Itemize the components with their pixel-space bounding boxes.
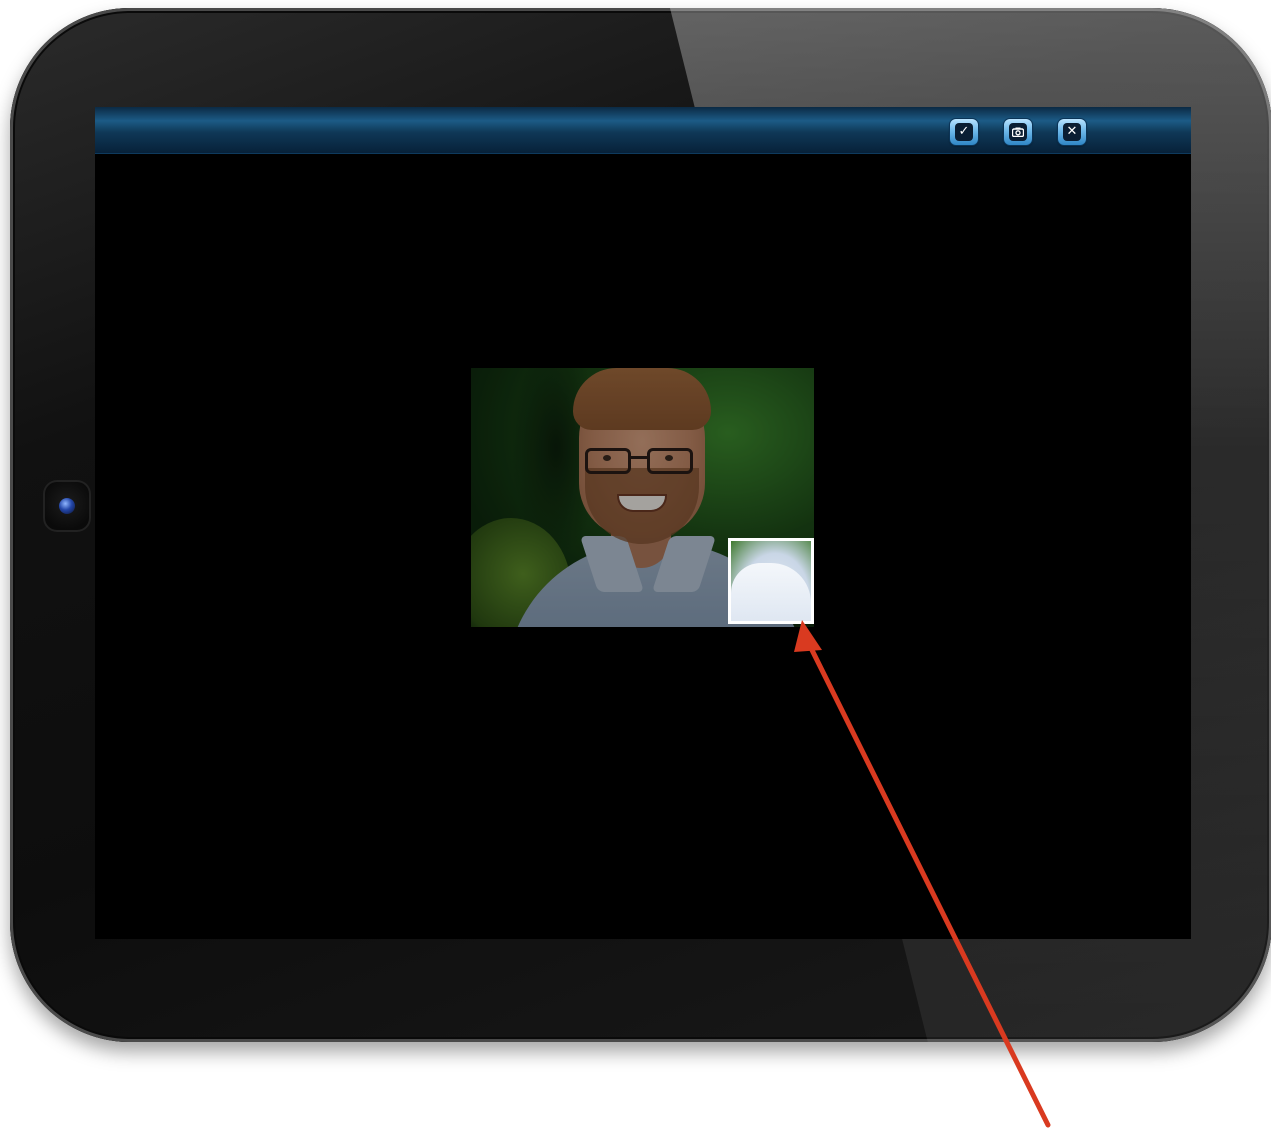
camera-lens-dot (59, 498, 75, 514)
camera-button[interactable] (1004, 119, 1032, 145)
front-camera-icon (43, 480, 91, 532)
checkmark-icon: ✓ (955, 123, 973, 141)
portrait-photo[interactable] (471, 368, 814, 627)
close-button[interactable]: ✕ (1058, 119, 1086, 145)
stage: ✓ ✕ (0, 0, 1271, 1128)
selection-shirt-area (731, 563, 811, 621)
close-icon: ✕ (1063, 123, 1081, 141)
tablet-screen: ✓ ✕ (95, 107, 1191, 939)
crop-selection-box[interactable] (728, 538, 814, 624)
camera-icon (1009, 123, 1027, 141)
top-toolbar: ✓ ✕ (95, 107, 1191, 154)
confirm-button[interactable]: ✓ (950, 119, 978, 145)
